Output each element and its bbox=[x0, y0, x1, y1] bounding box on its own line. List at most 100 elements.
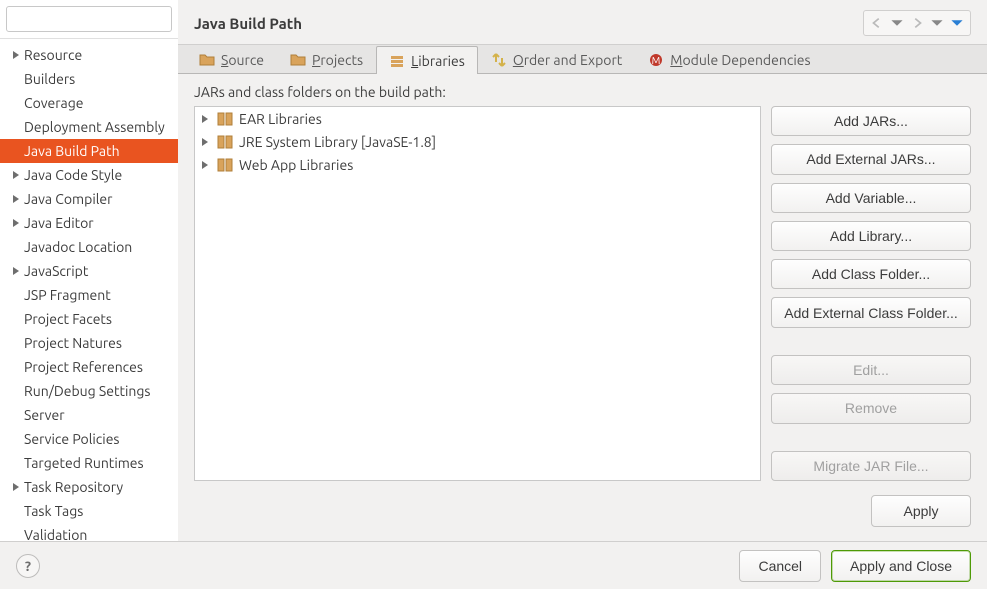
add-library-button[interactable]: Add Library... bbox=[771, 221, 971, 251]
property-tree[interactable]: Resource Builders Coverage Deployment Assem… bbox=[0, 39, 178, 541]
expand-icon[interactable] bbox=[10, 267, 22, 275]
forward-button[interactable] bbox=[908, 14, 926, 32]
filter-input[interactable] bbox=[6, 6, 172, 32]
tree-item-label: Run/Debug Settings bbox=[24, 383, 174, 399]
tree-item[interactable]: Java Build Path bbox=[0, 139, 178, 163]
page-title: Java Build Path bbox=[194, 15, 863, 32]
tabs: Source Projects Libraries Order and Export M… bbox=[178, 44, 987, 74]
tab-label: Order and Export bbox=[513, 52, 622, 68]
expand-icon[interactable] bbox=[201, 138, 211, 146]
tree-item-label: Server bbox=[24, 407, 174, 423]
tree-item[interactable]: Java Code Style bbox=[0, 163, 178, 187]
tab-source[interactable]: Source bbox=[186, 45, 277, 73]
tree-item[interactable]: Validation bbox=[0, 523, 178, 541]
module-dependencies-icon: M bbox=[648, 52, 664, 68]
libraries-icon bbox=[389, 53, 405, 69]
expand-icon[interactable] bbox=[10, 483, 22, 491]
tree-item[interactable]: Java Compiler bbox=[0, 187, 178, 211]
tree-item-label: Project References bbox=[24, 359, 174, 375]
source-icon bbox=[199, 52, 215, 68]
tree-item-label: Java Compiler bbox=[24, 191, 174, 207]
expand-icon[interactable] bbox=[10, 219, 22, 227]
tree-item-label: Project Natures bbox=[24, 335, 174, 351]
apply-and-close-button[interactable]: Apply and Close bbox=[831, 550, 971, 582]
tab-projects[interactable]: Projects bbox=[277, 45, 376, 73]
library-item[interactable]: JRE System Library [JavaSE-1.8] bbox=[195, 130, 760, 153]
cancel-button[interactable]: Cancel bbox=[739, 550, 821, 582]
add-external-jars-button[interactable]: Add External JARs... bbox=[771, 144, 971, 174]
tree-item-label: Resource bbox=[24, 47, 174, 63]
tree-item[interactable]: Project Natures bbox=[0, 331, 178, 355]
library-label: JRE System Library [JavaSE-1.8] bbox=[239, 134, 436, 150]
back-button[interactable] bbox=[868, 14, 886, 32]
tree-item[interactable]: Javadoc Location bbox=[0, 235, 178, 259]
tree-item[interactable]: Resource bbox=[0, 43, 178, 67]
content-pane: Java Build Path bbox=[178, 0, 987, 541]
tree-item-label: Java Editor bbox=[24, 215, 174, 231]
remove-button[interactable]: Remove bbox=[771, 393, 971, 423]
tab-order-and-export[interactable]: Order and Export bbox=[478, 45, 635, 73]
tree-item-label: Deployment Assembly bbox=[24, 119, 174, 135]
tree-item[interactable]: Project References bbox=[0, 355, 178, 379]
tree-item[interactable]: Project Facets bbox=[0, 307, 178, 331]
help-button[interactable]: ? bbox=[16, 554, 40, 578]
edit-button[interactable]: Edit... bbox=[771, 355, 971, 385]
tree-item[interactable]: Task Tags bbox=[0, 499, 178, 523]
tree-item-label: Task Repository bbox=[24, 479, 174, 495]
tree-item[interactable]: Builders bbox=[0, 67, 178, 91]
back-menu[interactable] bbox=[888, 14, 906, 32]
view-menu[interactable] bbox=[948, 14, 966, 32]
tab-libraries[interactable]: Libraries bbox=[376, 46, 478, 74]
tree-item-label: Validation bbox=[24, 527, 174, 541]
expand-icon[interactable] bbox=[10, 51, 22, 59]
apply-button[interactable]: Apply bbox=[871, 495, 971, 527]
tree-item[interactable]: Deployment Assembly bbox=[0, 115, 178, 139]
tab-module-dependencies[interactable]: M Module Dependencies bbox=[635, 45, 823, 73]
sidebar: Resource Builders Coverage Deployment Assem… bbox=[0, 0, 178, 541]
tree-item-label: Task Tags bbox=[24, 503, 174, 519]
expand-icon[interactable] bbox=[10, 171, 22, 179]
tree-item[interactable]: Coverage bbox=[0, 91, 178, 115]
order-and-export-icon bbox=[491, 52, 507, 68]
add-class-folder-button[interactable]: Add Class Folder... bbox=[771, 259, 971, 289]
library-item[interactable]: Web App Libraries bbox=[195, 153, 760, 176]
tree-item[interactable]: JSP Fragment bbox=[0, 283, 178, 307]
tree-item[interactable]: Task Repository bbox=[0, 475, 178, 499]
nav-toolbar bbox=[863, 10, 971, 36]
library-label: Web App Libraries bbox=[239, 157, 353, 173]
tree-item[interactable]: Targeted Runtimes bbox=[0, 451, 178, 475]
tab-label: Libraries bbox=[411, 53, 465, 69]
forward-menu[interactable] bbox=[928, 14, 946, 32]
tree-item[interactable]: Service Policies bbox=[0, 427, 178, 451]
tree-item-label: Java Build Path bbox=[24, 143, 174, 159]
tree-item-label: JavaScript bbox=[24, 263, 174, 279]
projects-icon bbox=[290, 52, 306, 68]
tree-item[interactable]: Java Editor bbox=[0, 211, 178, 235]
library-item[interactable]: EAR Libraries bbox=[195, 107, 760, 130]
tree-item-label: Targeted Runtimes bbox=[24, 455, 174, 471]
tab-label: Projects bbox=[312, 52, 363, 68]
tree-item-label: Service Policies bbox=[24, 431, 174, 447]
library-icon bbox=[217, 112, 233, 126]
migrate-jar-button[interactable]: Migrate JAR File... bbox=[771, 451, 971, 481]
tree-item-label: Project Facets bbox=[24, 311, 174, 327]
tree-item[interactable]: Server bbox=[0, 403, 178, 427]
add-jars-button[interactable]: Add JARs... bbox=[771, 106, 971, 136]
tree-item[interactable]: Run/Debug Settings bbox=[0, 379, 178, 403]
button-column: Add JARs... Add External JARs... Add Var… bbox=[771, 106, 971, 481]
tab-label: Module Dependencies bbox=[670, 52, 810, 68]
add-external-class-folder-button[interactable]: Add External Class Folder... bbox=[771, 297, 971, 327]
tree-item-label: Builders bbox=[24, 71, 174, 87]
expand-icon[interactable] bbox=[201, 161, 211, 169]
tab-label: Source bbox=[221, 52, 264, 68]
tree-item-label: Java Code Style bbox=[24, 167, 174, 183]
tree-item[interactable]: JavaScript bbox=[0, 259, 178, 283]
svg-text:M: M bbox=[652, 55, 661, 66]
expand-icon[interactable] bbox=[201, 115, 211, 123]
add-variable-button[interactable]: Add Variable... bbox=[771, 183, 971, 213]
expand-icon[interactable] bbox=[10, 195, 22, 203]
library-icon bbox=[217, 135, 233, 149]
libraries-list[interactable]: EAR Libraries JRE System Library [JavaSE-… bbox=[194, 106, 761, 481]
library-label: EAR Libraries bbox=[239, 111, 322, 127]
tree-item-label: Coverage bbox=[24, 95, 174, 111]
